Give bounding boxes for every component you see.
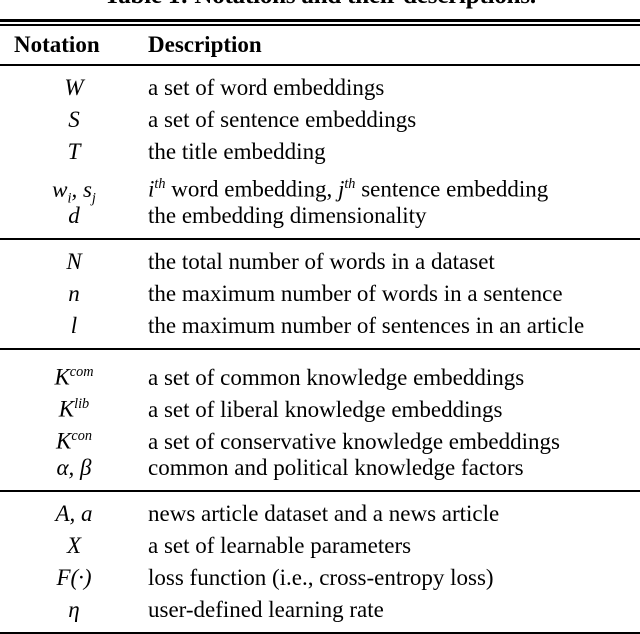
notation-cell: d [68,203,80,228]
table-section: Wa set of word embeddings Sa set of sente… [0,66,640,238]
description-cell: the maximum number of words in a sentenc… [148,281,563,306]
table-row: Kcom a set of common knowledge embeddings [0,356,640,390]
table-row: A, a news article dataset and a news arti… [0,498,640,530]
description-cell: the embedding dimensionality [148,203,427,228]
notation-cell: N [66,249,82,274]
column-header-description: Description [148,32,262,57]
table-row: Sa set of sentence embeddings [0,104,640,136]
description-cell: a set of common knowledge embeddings [148,364,525,390]
table-row: n the maximum number of words in a senten… [0,278,640,310]
notation-cell: α, β [56,455,92,480]
description-cell: loss function (i.e., cross-entropy loss) [148,565,494,590]
description-cell: common and political knowledge factors [148,455,524,480]
notation-cell: n [68,281,80,306]
table-header-row: Notation Description [0,26,640,64]
description-cell: news article dataset and a news article [148,501,500,526]
table-row: wi, sj ith word embedding, jth sentence e… [0,168,640,206]
notation-cell: T [67,139,81,164]
notation-cell: F(·) [56,565,92,590]
description-cell: the total number of words in a dataset [148,249,495,274]
table-row: Wa set of word embeddings [0,72,640,104]
description-cell: a set of learnable parameters [148,533,412,558]
table-row: Tthe title embedding [0,136,640,168]
notation-cell: S [68,107,80,132]
description-cell: a set of liberal knowledge embeddings [148,396,503,422]
table-row: F(·) loss function (i.e., cross-entropy l… [0,562,640,594]
description-cell: a set of sentence embeddings [148,107,417,132]
table-section: Kcom a set of common knowledge embeddings… [0,350,640,490]
table-row: Kcon a set of conservative knowledge embe… [0,420,640,454]
table-section: Nthe total number of words in a dataset n… [0,240,640,348]
notation-cell: A, a [55,501,93,526]
table-figure: Table 1: Notations and their description… [0,0,640,634]
description-cell: a set of word embeddings [148,75,385,100]
notation-cell: X [66,533,82,558]
description-cell: the title embedding [148,139,326,164]
notation-cell: l [70,313,78,338]
table-row: Klib a set of liberal knowledge embedding… [0,388,640,422]
table-row: α, β common and political knowledge facto… [0,452,640,484]
description-cell: the maximum number of sentences in an ar… [148,313,585,338]
notation-cell: W [64,75,84,100]
notations-table: Notation Description Wa set of word embe… [0,19,640,634]
table-row: Xa set of learnable parameters [0,530,640,562]
table-row: Nthe total number of words in a dataset [0,246,640,278]
column-header-notation: Notation [14,32,100,57]
table-body: Wa set of word embeddings Sa set of sente… [0,66,640,632]
table-row: d the embedding dimensionality [0,200,640,232]
table-caption: Table 1: Notations and their description… [0,0,640,9]
table-section: A, a news article dataset and a news arti… [0,492,640,632]
table-row: l the maximum number of sentences in an a… [0,310,640,342]
